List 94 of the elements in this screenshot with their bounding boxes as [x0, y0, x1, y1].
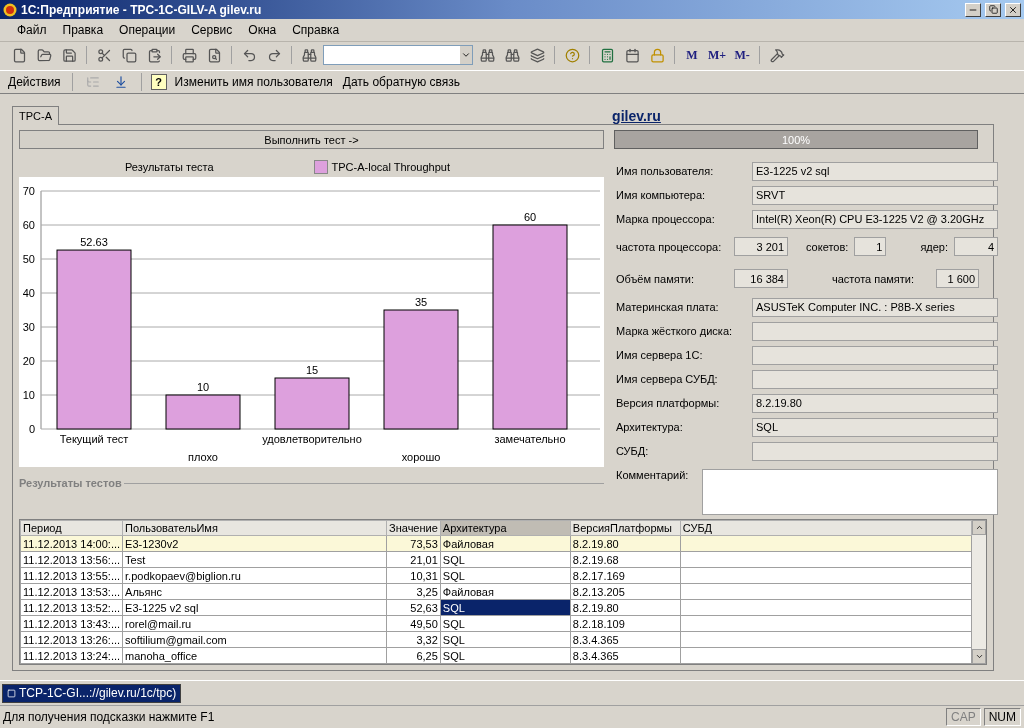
field-label: частота процессора:: [616, 240, 723, 253]
menu-item[interactable]: Файл: [12, 21, 52, 39]
scroll-up-icon[interactable]: [972, 520, 986, 535]
menu-item[interactable]: Правка: [57, 21, 109, 39]
window-tab[interactable]: TCP-1C-GI...://gilev.ru/1c/tpc): [2, 683, 182, 703]
field-label: Марка процессора:: [616, 213, 716, 225]
site-link[interactable]: gilev.ru: [612, 108, 661, 124]
window-icon: [7, 688, 16, 698]
column-header[interactable]: Архитектура: [440, 520, 571, 536]
data-label: 10: [196, 381, 210, 393]
field-label: Имя компьютера:: [616, 189, 707, 201]
minimize-button[interactable]: [965, 2, 981, 17]
y-tick-label: 60: [22, 219, 35, 231]
search-field[interactable]: [323, 45, 473, 65]
menu-item[interactable]: Сервис: [186, 21, 238, 39]
info-field[interactable]: 8.2.19.80: [752, 393, 999, 413]
category-label: хорошо: [401, 451, 441, 463]
close-icon: [1008, 4, 1018, 15]
data-label: 60: [523, 211, 537, 223]
field-label: СУБД:: [616, 445, 650, 457]
group-title: Результаты тестов: [19, 477, 122, 489]
toolbar-button[interactable]: Изменить имя пользователя: [172, 74, 335, 90]
field-label: Комментарий:: [616, 469, 690, 483]
data-label: 52.63: [80, 236, 108, 249]
scroll-down-icon[interactable]: [972, 649, 986, 664]
data-label: 35: [414, 296, 428, 308]
key-indicator: NUM: [983, 708, 1021, 726]
info-field[interactable]: [752, 345, 999, 365]
column-header[interactable]: ПользовательИмя: [122, 520, 387, 536]
menu-item[interactable]: Окна: [243, 21, 282, 39]
progress-reading: 100%: [781, 133, 811, 146]
info-field[interactable]: ASUSTeK Computer INC. : P8B-X series: [752, 297, 999, 317]
info-field[interactable]: [752, 369, 999, 389]
window-title: 1С:Предприятие - TPC-1C-GILV-A gilev.ru: [21, 2, 263, 17]
y-tick-label: 40: [22, 287, 35, 299]
column-header[interactable]: Значение: [386, 520, 441, 536]
info-field[interactable]: SRVT: [752, 185, 999, 205]
menu-item[interactable]: Справка: [287, 21, 345, 39]
run-test-button[interactable]: Выполнить тест ->: [19, 130, 604, 149]
comment-field[interactable]: [702, 469, 999, 515]
chart-title: Результаты теста: [125, 161, 214, 173]
number-field[interactable]: 3 201: [734, 237, 788, 256]
field-label: частота памяти:: [832, 272, 916, 285]
field-label: Марка жёсткого диска:: [616, 325, 734, 337]
menu-item[interactable]: Операции: [114, 21, 181, 39]
column-header[interactable]: ВерсияПлатформы: [570, 520, 681, 536]
field-label: Имя сервера 1С:: [616, 349, 704, 361]
field-label: сокетов:: [806, 240, 849, 253]
y-axis: 0 10 20 30 40 50 60 70: [22, 185, 42, 435]
column-header[interactable]: СУБД: [680, 520, 972, 536]
field-label: Версия платформы:: [616, 397, 721, 409]
info-field[interactable]: SQL: [752, 417, 999, 437]
number-field[interactable]: 1: [854, 237, 887, 256]
category-label: удовлетворительно: [262, 433, 362, 445]
legend-label: TPC-A-local Throughput: [331, 161, 450, 173]
restore-button[interactable]: [985, 2, 1001, 17]
y-tick-label: 30: [22, 321, 35, 333]
memory-button[interactable]: M+: [706, 44, 729, 66]
status-hint: Для получения подсказки нажмите F1: [3, 710, 216, 724]
y-tick-label: 0: [28, 423, 35, 435]
number-field[interactable]: 1 600: [936, 269, 979, 288]
y-tick-label: 20: [22, 355, 35, 367]
field-label: Имя пользователя:: [616, 165, 715, 177]
info-field[interactable]: E3-1225 v2 sql: [752, 161, 999, 181]
field-label: ядер:: [920, 240, 949, 253]
close-button[interactable]: [1005, 2, 1021, 17]
toolbar-button[interactable]: Дать обратную связь: [340, 74, 463, 90]
field-label: Объём памяти:: [616, 272, 695, 285]
column-header[interactable]: Период: [20, 520, 123, 536]
memory-button[interactable]: M-: [731, 44, 754, 66]
number-field[interactable]: 4: [954, 237, 999, 256]
y-tick-label: 50: [22, 253, 35, 265]
tab[interactable]: TPC-A: [12, 106, 59, 125]
legend-swatch: [313, 160, 328, 174]
info-field[interactable]: Intel(R) Xeon(R) CPU E3-1225 V2 @ 3.20GHz: [752, 209, 999, 229]
number-field[interactable]: 16 384: [734, 269, 788, 288]
field-label: Имя сервера СУБД:: [616, 373, 719, 385]
category-label: замечательно: [494, 433, 566, 445]
key-indicator: CAP: [946, 708, 981, 726]
help-button[interactable]: ?: [150, 74, 167, 90]
restore-icon: [988, 5, 998, 14]
category-label: Текущий тест: [59, 433, 129, 445]
memory-button[interactable]: M: [681, 44, 703, 66]
y-tick-label: 10: [22, 389, 35, 401]
field-label: Материнская плата:: [616, 301, 720, 313]
dropdown-caret-icon[interactable]: [461, 50, 471, 60]
field-label: Архитектура:: [616, 421, 684, 433]
info-field[interactable]: [752, 321, 999, 341]
data-label: 15: [305, 364, 319, 376]
actions-menu[interactable]: Действия: [6, 74, 63, 90]
app-logo-icon: [3, 2, 17, 17]
y-tick-label: 70: [22, 185, 35, 197]
info-field[interactable]: [752, 441, 999, 461]
category-label: плохо: [188, 451, 218, 463]
